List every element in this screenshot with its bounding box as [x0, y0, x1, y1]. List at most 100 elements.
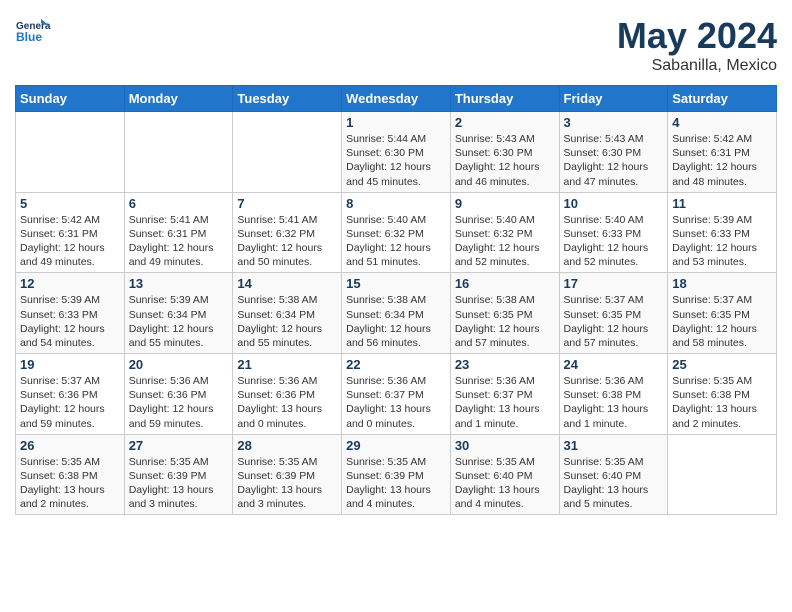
day-info: Sunrise: 5:35 AMSunset: 6:38 PMDaylight:… — [672, 374, 772, 431]
calendar-cell: 19 Sunrise: 5:37 AMSunset: 6:36 PMDayligh… — [16, 354, 125, 435]
day-info: Sunrise: 5:36 AMSunset: 6:38 PMDaylight:… — [564, 374, 664, 431]
calendar-cell: 22 Sunrise: 5:36 AMSunset: 6:37 PMDayligh… — [342, 354, 451, 435]
day-number: 1 — [346, 115, 446, 130]
day-info: Sunrise: 5:37 AMSunset: 6:35 PMDaylight:… — [672, 293, 772, 350]
location: Sabanilla, Mexico — [617, 57, 777, 75]
day-info: Sunrise: 5:37 AMSunset: 6:36 PMDaylight:… — [20, 374, 120, 431]
calendar-cell — [233, 112, 342, 193]
day-info: Sunrise: 5:36 AMSunset: 6:37 PMDaylight:… — [455, 374, 555, 431]
day-info: Sunrise: 5:44 AMSunset: 6:30 PMDaylight:… — [346, 132, 446, 189]
weekday-header-saturday: Saturday — [668, 86, 777, 112]
month-title: May 2024 — [617, 15, 777, 57]
calendar-cell: 3 Sunrise: 5:43 AMSunset: 6:30 PMDaylight… — [559, 112, 668, 193]
calendar-cell: 9 Sunrise: 5:40 AMSunset: 6:32 PMDaylight… — [450, 192, 559, 273]
day-info: Sunrise: 5:43 AMSunset: 6:30 PMDaylight:… — [564, 132, 664, 189]
calendar-cell: 29 Sunrise: 5:35 AMSunset: 6:39 PMDayligh… — [342, 434, 451, 515]
calendar-cell: 5Sunrise: 5:42 AMSunset: 6:31 PMDaylight… — [16, 192, 125, 273]
day-info: Sunrise: 5:37 AMSunset: 6:35 PMDaylight:… — [564, 293, 664, 350]
weekday-header-sunday: Sunday — [16, 86, 125, 112]
day-info: Sunrise: 5:39 AMSunset: 6:34 PMDaylight:… — [129, 293, 229, 350]
calendar-cell: 21 Sunrise: 5:36 AMSunset: 6:36 PMDayligh… — [233, 354, 342, 435]
day-number: 26 — [20, 438, 120, 453]
calendar-cell: 17 Sunrise: 5:37 AMSunset: 6:35 PMDayligh… — [559, 273, 668, 354]
calendar-week-row: 19 Sunrise: 5:37 AMSunset: 6:36 PMDayligh… — [16, 354, 777, 435]
day-info: Sunrise: 5:35 AMSunset: 6:39 PMDaylight:… — [346, 455, 446, 512]
calendar-cell: 28Sunrise: 5:35 AMSunset: 6:39 PMDayligh… — [233, 434, 342, 515]
calendar-table: SundayMondayTuesdayWednesdayThursdayFrid… — [15, 85, 777, 515]
logo-svg: General Blue — [15, 15, 51, 51]
title-block: May 2024 Sabanilla, Mexico — [617, 15, 777, 75]
day-number: 24 — [564, 357, 664, 372]
calendar-cell: 11 Sunrise: 5:39 AMSunset: 6:33 PMDayligh… — [668, 192, 777, 273]
day-info: Sunrise: 5:36 AMSunset: 6:37 PMDaylight:… — [346, 374, 446, 431]
day-number: 22 — [346, 357, 446, 372]
day-info: Sunrise: 5:38 AMSunset: 6:34 PMDaylight:… — [346, 293, 446, 350]
day-number: 15 — [346, 276, 446, 291]
day-number: 8 — [346, 196, 446, 211]
day-number: 17 — [564, 276, 664, 291]
day-number: 14 — [237, 276, 337, 291]
calendar-cell: 13 Sunrise: 5:39 AMSunset: 6:34 PMDayligh… — [124, 273, 233, 354]
calendar-cell: 14Sunrise: 5:38 AMSunset: 6:34 PMDayligh… — [233, 273, 342, 354]
day-number: 25 — [672, 357, 772, 372]
day-info: Sunrise: 5:39 AMSunset: 6:33 PMDaylight:… — [20, 293, 120, 350]
calendar-cell: 18 Sunrise: 5:37 AMSunset: 6:35 PMDayligh… — [668, 273, 777, 354]
calendar-cell: 2 Sunrise: 5:43 AMSunset: 6:30 PMDaylight… — [450, 112, 559, 193]
calendar-week-row: 1 Sunrise: 5:44 AMSunset: 6:30 PMDaylight… — [16, 112, 777, 193]
day-number: 4 — [672, 115, 772, 130]
calendar-cell: 4 Sunrise: 5:42 AMSunset: 6:31 PMDaylight… — [668, 112, 777, 193]
weekday-header-friday: Friday — [559, 86, 668, 112]
day-number: 20 — [129, 357, 229, 372]
day-number: 19 — [20, 357, 120, 372]
day-number: 10 — [564, 196, 664, 211]
day-info: Sunrise: 5:35 AMSunset: 6:40 PMDaylight:… — [455, 455, 555, 512]
calendar-cell: 23Sunrise: 5:36 AMSunset: 6:37 PMDayligh… — [450, 354, 559, 435]
calendar-cell: 20 Sunrise: 5:36 AMSunset: 6:36 PMDayligh… — [124, 354, 233, 435]
day-info: Sunrise: 5:39 AMSunset: 6:33 PMDaylight:… — [672, 213, 772, 270]
day-info: Sunrise: 5:42 AMSunset: 6:31 PMDaylight:… — [672, 132, 772, 189]
day-number: 11 — [672, 196, 772, 211]
day-info: Sunrise: 5:42 AMSunset: 6:31 PMDaylight:… — [20, 213, 120, 270]
day-number: 18 — [672, 276, 772, 291]
day-info: Sunrise: 5:41 AMSunset: 6:31 PMDaylight:… — [129, 213, 229, 270]
day-number: 27 — [129, 438, 229, 453]
day-info: Sunrise: 5:36 AMSunset: 6:36 PMDaylight:… — [129, 374, 229, 431]
calendar-week-row: 12Sunrise: 5:39 AMSunset: 6:33 PMDayligh… — [16, 273, 777, 354]
day-number: 3 — [564, 115, 664, 130]
calendar-cell: 1 Sunrise: 5:44 AMSunset: 6:30 PMDaylight… — [342, 112, 451, 193]
calendar-cell: 25 Sunrise: 5:35 AMSunset: 6:38 PMDayligh… — [668, 354, 777, 435]
calendar-cell: 31Sunrise: 5:35 AMSunset: 6:40 PMDayligh… — [559, 434, 668, 515]
day-number: 9 — [455, 196, 555, 211]
weekday-header-wednesday: Wednesday — [342, 86, 451, 112]
calendar-week-row: 5Sunrise: 5:42 AMSunset: 6:31 PMDaylight… — [16, 192, 777, 273]
day-number: 7 — [237, 196, 337, 211]
weekday-header-tuesday: Tuesday — [233, 86, 342, 112]
svg-text:Blue: Blue — [16, 30, 42, 44]
day-info: Sunrise: 5:43 AMSunset: 6:30 PMDaylight:… — [455, 132, 555, 189]
calendar-cell: 7 Sunrise: 5:41 AMSunset: 6:32 PMDaylight… — [233, 192, 342, 273]
day-number: 29 — [346, 438, 446, 453]
day-info: Sunrise: 5:35 AMSunset: 6:38 PMDaylight:… — [20, 455, 120, 512]
calendar-cell: 12Sunrise: 5:39 AMSunset: 6:33 PMDayligh… — [16, 273, 125, 354]
day-number: 2 — [455, 115, 555, 130]
day-number: 21 — [237, 357, 337, 372]
calendar-cell: 15 Sunrise: 5:38 AMSunset: 6:34 PMDayligh… — [342, 273, 451, 354]
calendar-cell: 6 Sunrise: 5:41 AMSunset: 6:31 PMDaylight… — [124, 192, 233, 273]
calendar-cell: 26 Sunrise: 5:35 AMSunset: 6:38 PMDayligh… — [16, 434, 125, 515]
calendar-cell: 10Sunrise: 5:40 AMSunset: 6:33 PMDayligh… — [559, 192, 668, 273]
day-info: Sunrise: 5:36 AMSunset: 6:36 PMDaylight:… — [237, 374, 337, 431]
calendar-cell — [124, 112, 233, 193]
day-info: Sunrise: 5:35 AMSunset: 6:39 PMDaylight:… — [237, 455, 337, 512]
calendar-cell — [16, 112, 125, 193]
day-info: Sunrise: 5:41 AMSunset: 6:32 PMDaylight:… — [237, 213, 337, 270]
calendar-cell — [668, 434, 777, 515]
calendar-cell: 27 Sunrise: 5:35 AMSunset: 6:39 PMDayligh… — [124, 434, 233, 515]
day-info: Sunrise: 5:35 AMSunset: 6:40 PMDaylight:… — [564, 455, 664, 512]
day-number: 6 — [129, 196, 229, 211]
day-number: 13 — [129, 276, 229, 291]
day-info: Sunrise: 5:35 AMSunset: 6:39 PMDaylight:… — [129, 455, 229, 512]
calendar-week-row: 26 Sunrise: 5:35 AMSunset: 6:38 PMDayligh… — [16, 434, 777, 515]
day-info: Sunrise: 5:38 AMSunset: 6:35 PMDaylight:… — [455, 293, 555, 350]
day-info: Sunrise: 5:40 AMSunset: 6:32 PMDaylight:… — [455, 213, 555, 270]
weekday-header-monday: Monday — [124, 86, 233, 112]
